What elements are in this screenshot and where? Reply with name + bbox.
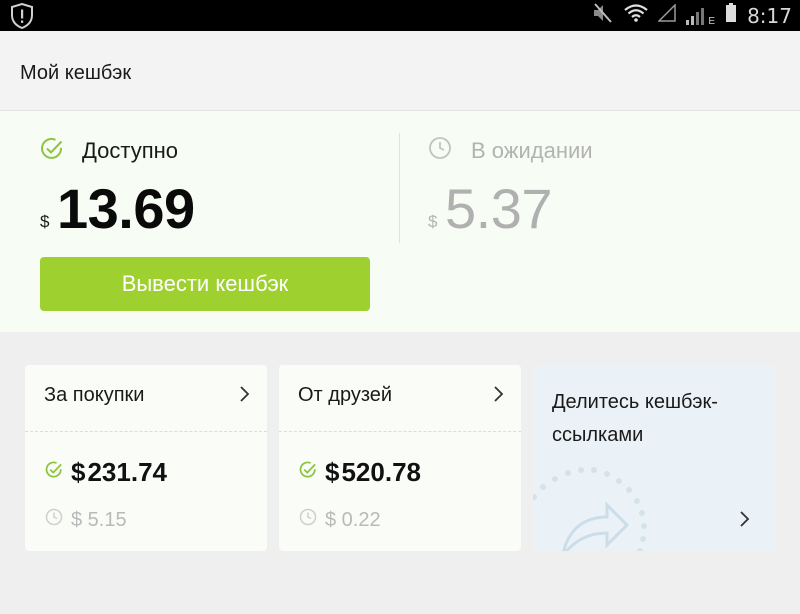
card-friends[interactable]: От друзей $ 520.78 $ 0.22 xyxy=(279,365,521,551)
check-circle-icon xyxy=(299,461,317,484)
available-currency: $ xyxy=(40,212,50,231)
chevron-right-icon xyxy=(239,385,251,408)
card-purchases[interactable]: За покупки $ 231.74 $ 5.15 xyxy=(25,365,267,551)
wifi-icon xyxy=(624,4,649,27)
pending-amount: $ 0.22 xyxy=(325,508,381,531)
pending-amount: $ 5.15 xyxy=(71,508,127,531)
card-title: За покупки xyxy=(44,384,145,406)
check-circle-icon xyxy=(45,461,63,484)
summary-divider xyxy=(399,133,400,243)
app-bar: Мой кешбэк xyxy=(0,31,800,111)
withdraw-cashback-button[interactable]: Вывести кешбэк xyxy=(40,257,370,311)
card-divider xyxy=(279,431,521,432)
clock-icon xyxy=(45,508,63,532)
available-currency: $ xyxy=(71,457,86,487)
clock-time: 8:17 xyxy=(747,3,792,28)
network-type-label: E xyxy=(708,16,716,27)
clock-icon xyxy=(428,136,452,165)
pending-label: В ожидании xyxy=(471,138,593,163)
signal-icon xyxy=(657,3,677,27)
mute-icon xyxy=(592,3,614,28)
available-label: Доступно xyxy=(82,138,179,163)
status-bar: E 8:17 xyxy=(0,0,800,31)
pending-amount: 5.37 xyxy=(445,177,553,240)
share-arrow-icon xyxy=(533,465,653,551)
available-currency: $ xyxy=(325,457,340,487)
cashback-summary: Доступно $ 13.69 Вывести кешбэк В ожидан… xyxy=(0,111,800,332)
pending-currency: $ xyxy=(428,212,438,231)
share-title: Делитесь кешбэк-ссылками xyxy=(552,391,718,446)
chevron-right-icon xyxy=(739,510,751,533)
available-amount: 13.69 xyxy=(57,177,195,240)
share-cashback-card[interactable]: Делитесь кешбэк-ссылками xyxy=(533,365,775,551)
page-title: Мой кешбэк xyxy=(20,62,132,84)
battery-icon xyxy=(725,3,737,28)
chevron-right-icon xyxy=(493,385,505,408)
signal-strength-icon xyxy=(686,7,705,25)
check-circle-icon xyxy=(40,137,64,166)
card-divider xyxy=(25,431,267,432)
shield-alert-icon xyxy=(10,2,34,34)
clock-icon xyxy=(299,508,317,532)
available-amount: 231.74 xyxy=(87,457,167,487)
card-title: От друзей xyxy=(298,384,393,406)
available-amount: 520.78 xyxy=(341,457,421,487)
